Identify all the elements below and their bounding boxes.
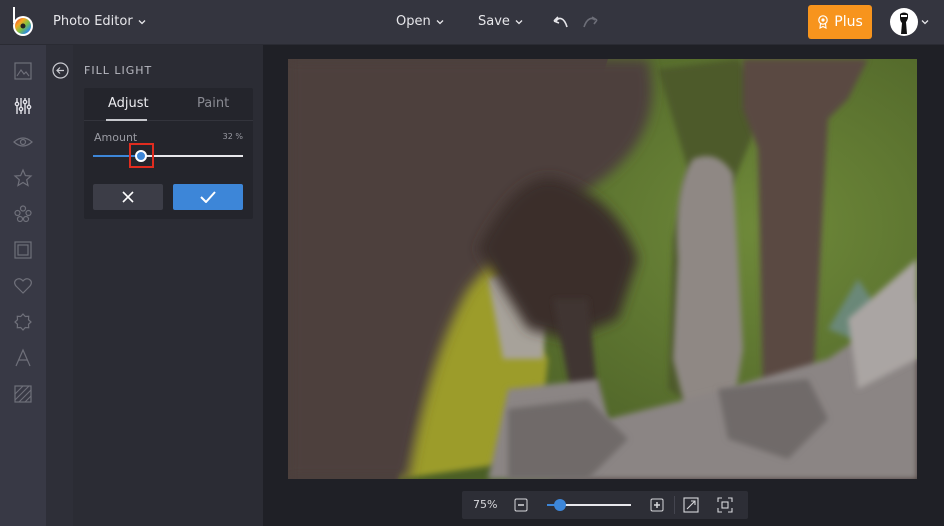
cancel-button[interactable] [93,184,163,210]
amount-slider[interactable] [93,143,243,168]
slider-thumb[interactable] [135,150,147,162]
amount-label: Amount [94,131,138,144]
plus-label: Plus [834,14,863,30]
zoom-in-icon[interactable] [650,498,664,512]
panel-title: FILL LIGHT [84,64,153,77]
photo-canvas[interactable] [288,59,917,479]
apply-button[interactable] [173,184,243,210]
chevron-down-icon [436,19,444,24]
chevron-down-icon[interactable] [921,18,929,26]
close-icon [122,191,134,203]
actual-size-icon[interactable] [717,497,733,513]
photo-image [288,59,917,479]
zoom-out-icon[interactable] [514,498,528,512]
active-tab-indicator [106,119,147,121]
undo-icon[interactable] [552,13,570,31]
avatar[interactable] [890,8,918,36]
zoom-percent: 75% [473,498,498,511]
tab-adjust[interactable]: Adjust [108,96,149,111]
award-icon [818,15,829,29]
app-menu[interactable]: Photo Editor [53,14,146,29]
top-bar: Photo Editor Open Save Plus [0,0,944,45]
redo-icon[interactable] [581,13,599,31]
checkmark-icon [200,191,216,203]
user-avatar-icon [900,12,908,34]
zoom-slider-thumb[interactable] [554,499,567,511]
eye-icon[interactable] [13,132,33,152]
save-label: Save [478,14,510,29]
heart-icon[interactable] [13,276,33,296]
chevron-down-icon [515,19,523,24]
amount-value: 32 % [222,132,243,141]
badge-icon[interactable] [13,312,33,332]
zoom-toolbar: 75% [462,491,748,519]
tab-bar: Adjust Paint [84,88,253,121]
slider-fill [93,155,141,157]
upgrade-plus-button[interactable]: Plus [808,5,872,39]
texture-icon[interactable] [13,384,33,404]
toolbar-divider [674,496,675,514]
flower-icon[interactable] [13,204,33,224]
zoom-slider[interactable] [547,498,631,512]
tool-rail [0,45,46,526]
tab-paint[interactable]: Paint [197,96,229,111]
image-icon[interactable] [13,61,33,81]
text-icon[interactable] [13,348,33,368]
open-label: Open [396,14,431,29]
chevron-down-icon [138,19,146,24]
star-icon[interactable] [13,168,33,188]
fit-to-screen-icon[interactable] [683,497,699,513]
save-menu-button[interactable]: Save [478,14,523,29]
panel-gutter [46,45,73,526]
sliders-icon[interactable] [13,96,33,116]
logo-icon[interactable] [11,7,35,37]
open-menu-button[interactable]: Open [396,14,444,29]
frame-icon[interactable] [13,240,33,260]
fill-light-card: Adjust Paint Amount 32 % [84,88,253,219]
app-menu-label: Photo Editor [53,14,133,29]
back-arrow-icon[interactable] [52,62,69,79]
